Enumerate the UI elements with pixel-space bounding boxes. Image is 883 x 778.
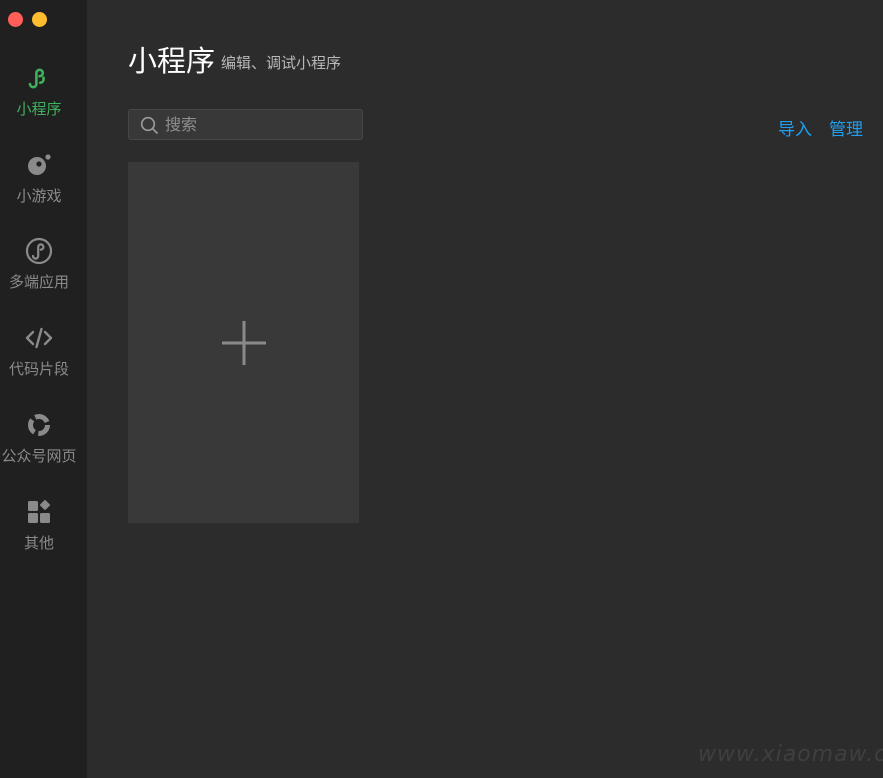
search-box[interactable] <box>128 109 363 140</box>
app-window: 小程序 小游戏 多端应用 代码片段 公众号网页 其他 小程序 编辑、调试小程序 … <box>0 0 883 778</box>
sidebar-item-mini-program[interactable]: 小程序 <box>0 63 87 133</box>
window-close-button[interactable] <box>8 12 23 27</box>
manage-button[interactable]: 管理 <box>829 115 863 140</box>
add-project-card[interactable] <box>128 162 359 523</box>
search-input[interactable] <box>165 110 355 139</box>
import-button[interactable]: 导入 <box>778 115 812 140</box>
sidebar-item-label: 多端应用 <box>8 273 69 291</box>
multi-platform-icon <box>24 236 54 266</box>
sidebar-item-label: 小游戏 <box>16 187 62 205</box>
page-subtitle: 编辑、调试小程序 <box>221 54 342 72</box>
watermark: www.xiaomaw.cn <box>698 742 883 767</box>
mini-program-icon <box>24 63 54 93</box>
sidebar-item-official-account[interactable]: 公众号网页 <box>0 410 87 480</box>
sidebar-item-label: 公众号网页 <box>1 447 77 465</box>
window-minimize-button[interactable] <box>32 12 47 27</box>
sidebar-item-multi-platform[interactable]: 多端应用 <box>0 236 87 306</box>
sidebar: 小程序 小游戏 多端应用 代码片段 公众号网页 其他 <box>0 0 87 778</box>
sidebar-item-code-snippet[interactable]: 代码片段 <box>0 323 87 393</box>
sidebar-item-other[interactable]: 其他 <box>0 497 87 567</box>
mini-game-icon <box>24 150 54 180</box>
sidebar-item-label: 代码片段 <box>8 360 69 378</box>
plus-icon <box>222 321 266 365</box>
search-icon <box>140 116 158 134</box>
other-apps-icon <box>24 497 54 527</box>
page-title: 小程序 <box>128 44 216 78</box>
sidebar-item-mini-game[interactable]: 小游戏 <box>0 150 87 220</box>
code-snippet-icon <box>24 323 54 353</box>
sidebar-item-label: 其他 <box>23 534 54 552</box>
sidebar-item-label: 小程序 <box>16 100 62 118</box>
official-account-icon <box>24 410 54 440</box>
